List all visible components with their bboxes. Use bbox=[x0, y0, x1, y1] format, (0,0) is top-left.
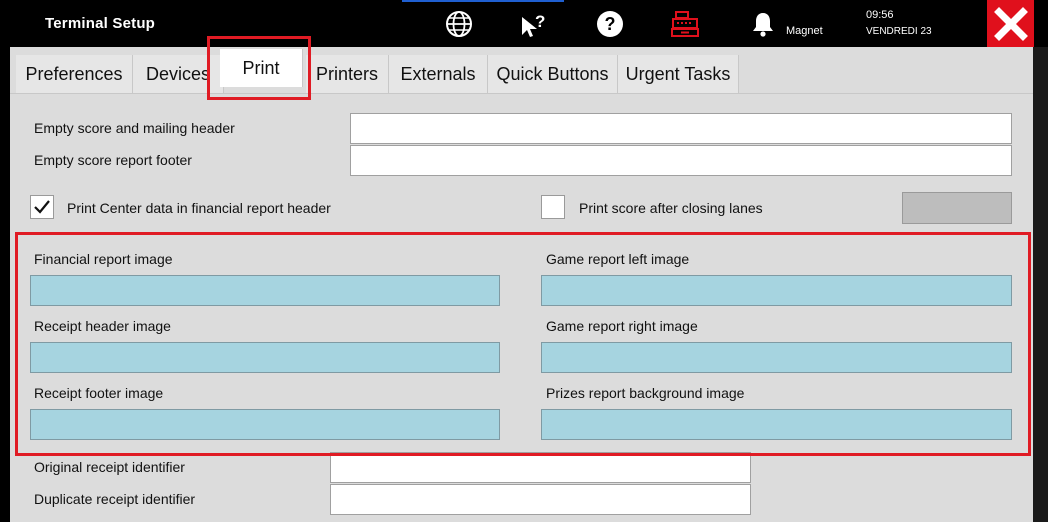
tab-devices[interactable]: Devices bbox=[133, 55, 224, 93]
help-circle-icon[interactable]: ? bbox=[595, 9, 625, 39]
prizes-report-background-image-label: Prizes report background image bbox=[546, 385, 745, 401]
empty-score-header-label: Empty score and mailing header bbox=[34, 120, 235, 136]
close-icon bbox=[993, 6, 1028, 41]
user-name: Magnet bbox=[786, 25, 823, 37]
receipt-footer-image-label: Receipt footer image bbox=[34, 385, 164, 401]
receipt-header-image-field[interactable] bbox=[30, 342, 500, 373]
tab-quick-buttons[interactable]: Quick Buttons bbox=[488, 55, 618, 93]
cursor-help-icon[interactable]: ? bbox=[518, 9, 548, 39]
original-receipt-identifier-input[interactable] bbox=[330, 452, 751, 483]
tab-preferences[interactable]: Preferences bbox=[16, 55, 133, 93]
duplicate-receipt-identifier-label: Duplicate receipt identifier bbox=[34, 491, 196, 507]
clock-time: 09:56 bbox=[866, 9, 894, 21]
original-receipt-identifier-label: Original receipt identifier bbox=[34, 459, 185, 475]
receipt-header-image-label: Receipt header image bbox=[34, 318, 171, 334]
game-report-right-image-field[interactable] bbox=[541, 342, 1012, 373]
clock-date: VENDREDI 23 bbox=[866, 26, 932, 37]
tab-externals[interactable]: Externals bbox=[389, 55, 488, 93]
financial-report-image-field[interactable] bbox=[30, 275, 500, 306]
tab-divider bbox=[10, 93, 1033, 94]
checkmark-icon bbox=[34, 200, 50, 214]
game-report-left-image-field[interactable] bbox=[541, 275, 1012, 306]
bell-icon[interactable] bbox=[748, 9, 778, 39]
option-button[interactable] bbox=[902, 192, 1012, 224]
globe-icon[interactable] bbox=[444, 9, 474, 39]
print-score-after-closing-label: Print score after closing lanes bbox=[579, 200, 763, 216]
svg-text:?: ? bbox=[535, 12, 545, 31]
empty-score-footer-label: Empty score report footer bbox=[34, 152, 192, 168]
app-title: Terminal Setup bbox=[45, 15, 156, 32]
tab-printers[interactable]: Printers bbox=[306, 55, 389, 93]
empty-score-footer-input[interactable] bbox=[350, 145, 1012, 176]
svg-text:?: ? bbox=[605, 14, 616, 34]
top-bar: Terminal Setup ? ? Magnet 09:56 VENDREDI… bbox=[0, 0, 1048, 47]
duplicate-receipt-identifier-input[interactable] bbox=[330, 484, 751, 515]
cash-register-icon[interactable] bbox=[670, 9, 700, 39]
print-center-data-checkbox[interactable] bbox=[30, 195, 54, 219]
print-score-after-closing-checkbox[interactable] bbox=[541, 195, 565, 219]
top-accent-line bbox=[402, 0, 564, 2]
receipt-footer-image-field[interactable] bbox=[30, 409, 500, 440]
financial-report-image-label: Financial report image bbox=[34, 251, 173, 267]
settings-panel: Preferences Devices Print Printers Exter… bbox=[10, 47, 1033, 522]
empty-score-header-input[interactable] bbox=[350, 113, 1012, 144]
prizes-report-background-image-field[interactable] bbox=[541, 409, 1012, 440]
print-center-data-label: Print Center data in financial report he… bbox=[67, 200, 331, 216]
tab-urgent-tasks[interactable]: Urgent Tasks bbox=[618, 55, 739, 93]
game-report-right-image-label: Game report right image bbox=[546, 318, 698, 334]
game-report-left-image-label: Game report left image bbox=[546, 251, 690, 267]
close-button[interactable] bbox=[987, 0, 1034, 47]
tab-print[interactable]: Print bbox=[220, 49, 303, 87]
scrollbar[interactable] bbox=[1033, 47, 1048, 522]
